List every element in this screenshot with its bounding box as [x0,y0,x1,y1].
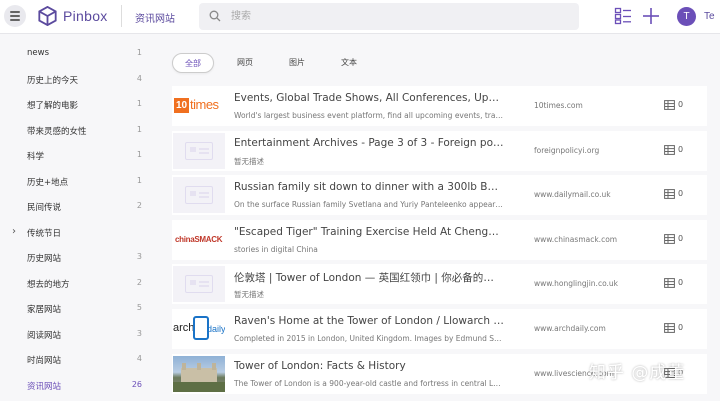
sidebar-item[interactable]: 阅读网站 3 [0,322,160,348]
item-count: 1 [136,124,142,134]
bookmark-domain: foreignpolicyi.org [534,145,600,155]
filter-tab-image[interactable]: 图片 [276,53,318,73]
notes-icon[interactable] [664,144,675,155]
add-icon[interactable] [642,7,660,25]
placeholder-thumbnail [173,266,225,303]
notes-icon[interactable] [664,189,675,200]
image-placeholder-icon [185,275,213,294]
notes-count: 0 [678,144,684,154]
item-count: 2 [136,277,142,287]
site-thumbnail: arch daily [173,310,225,347]
item-count: 4 [136,354,142,363]
pinbox-logo-icon [38,6,57,26]
bookmark-description: stories in digital China [234,244,318,254]
menu-button[interactable] [4,5,26,27]
sidebar-item[interactable]: 想了解的电影 1 [0,92,160,118]
tower-of-london-photo [173,355,225,392]
sidebar-item-expandable[interactable]: › 传统节日 [0,220,160,246]
bookmark-title[interactable]: Raven's Home at the Tower of London / Ll… [234,315,504,327]
notes-icon[interactable] [664,100,675,110]
current-collection-title: 资讯网站 [135,14,175,25]
bookmark-description: 暂无描述 [234,290,264,300]
bookmark-domain: www.honglingjin.co.uk [534,279,619,289]
search-icon [209,10,221,22]
notes-icon[interactable] [664,233,675,244]
search-input[interactable] [231,3,571,30]
item-count: 1 [136,150,142,159]
watermark: 知乎 @成董 [589,363,686,383]
bookmark-row[interactable]: Entertainment Archives - Page 3 of 3 - F… [172,130,707,171]
bookmark-title[interactable]: Entertainment Archives - Page 3 of 3 - F… [234,137,504,149]
item-count: 3 [136,252,142,261]
notes-icon[interactable] [664,278,675,289]
bookmark-row[interactable]: Russian family sit down to dinner with a… [172,175,707,216]
sidebar-item[interactable]: 历史+地点 1 [0,169,160,195]
header-divider [121,5,122,27]
bookmark-title[interactable]: Events, Global Trade Shows, All Conferen… [234,92,504,104]
sidebar-item[interactable]: 想去的地方 2 [0,271,160,297]
filter-tab-text[interactable]: 文本 [328,53,370,73]
item-count: 1 [136,99,142,108]
bookmark-row[interactable]: arch daily Raven's Home at the Tower of L… [172,308,707,349]
bookmark-title[interactable]: 伦敦塔 | Tower of London — 英国红领巾 | 你必备的英国生活… [234,270,504,285]
image-placeholder-icon [185,186,213,205]
site-thumbnail: 10 times [173,88,225,124]
sidebar-item[interactable]: 带来灵感的女性 1 [0,118,160,144]
bookmark-domain: www.dailymail.co.uk [534,190,611,200]
sidebar-item[interactable]: 历史网站 3 [0,245,160,271]
top-bar: Pinbox 资讯网站 T Te [0,0,720,34]
image-placeholder-icon [185,141,213,160]
notes-count: 0 [678,189,684,199]
bookmark-domain: 10times.com [534,101,583,110]
bookmark-row[interactable]: chinaSMACK "Escaped Tiger" Training Exer… [172,219,707,260]
bookmark-description: The Tower of London is a 900-year-old ca… [234,378,504,388]
sidebar-item[interactable]: 历史上的今天 4 [0,67,160,93]
bookmark-description: On the surface Russian family Svetlana a… [234,200,504,210]
item-count: 5 [136,303,142,312]
bookmark-row[interactable]: 10 times Events, Global Trade Shows, All … [172,86,707,126]
bookmark-title[interactable]: Tower of London: Facts & History [234,360,504,372]
user-name[interactable]: Te [704,11,715,22]
notes-count: 0 [678,100,684,109]
notes-icon[interactable] [664,323,675,333]
sidebar-item-active[interactable]: 资讯网站 26 [0,373,160,399]
item-count: 3 [136,328,142,338]
collection-sidebar: news 1 历史上的今天 4 想了解的电影 1 带来灵感的女性 1 科学 1 历史+地点… [0,41,160,398]
placeholder-thumbnail [173,132,225,169]
filter-tab-all[interactable]: 全部 [172,53,214,73]
bookmark-domain: www.archdaily.com [534,323,606,333]
item-count: 26 [131,379,142,389]
bookmark-title[interactable]: "Escaped Tiger" Training Exercise Held A… [234,226,504,238]
sidebar-item[interactable]: news 1 [0,41,160,67]
notes-count: 0 [678,322,684,332]
user-avatar[interactable]: T [677,7,696,26]
chevron-right-icon[interactable]: › [12,226,16,237]
search-box [199,3,579,30]
bookmark-domain: www.chinasmack.com [534,234,618,244]
sidebar-item[interactable]: 科学 1 [0,143,160,169]
item-count: 1 [136,175,142,185]
menu-icon [10,11,20,13]
filter-tab-webpage[interactable]: 网页 [224,53,266,73]
site-thumbnail: chinaSMACK [173,221,225,258]
notes-count: 0 [678,278,684,288]
sidebar-item[interactable]: 民间传说 2 [0,194,160,220]
bookmark-description: World's largest business event platform,… [234,111,504,120]
bookmark-row[interactable]: 伦敦塔 | Tower of London — 英国红领巾 | 你必备的英国生活… [172,264,707,305]
notes-count: 0 [678,233,684,243]
item-count: 4 [136,73,142,83]
item-count: 1 [136,48,142,57]
view-toggle-icon[interactable] [614,7,632,25]
app-logo-text[interactable]: Pinbox [63,8,108,24]
bookmark-title[interactable]: Russian family sit down to dinner with a… [234,181,504,193]
item-count: 2 [136,201,142,210]
bookmark-list: 10 times Events, Global Trade Shows, All … [172,86,707,398]
bookmark-description: 暂无描述 [234,156,264,166]
sidebar-item[interactable]: 家居网站 5 [0,296,160,322]
sidebar-item[interactable]: 时尚网站 4 [0,347,160,373]
bookmark-description: Completed in 2015 in London, United King… [234,333,504,343]
placeholder-thumbnail [173,177,225,214]
